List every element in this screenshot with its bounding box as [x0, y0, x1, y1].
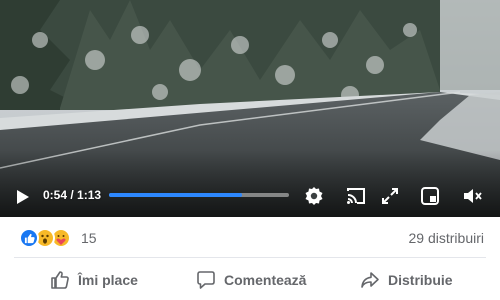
divider: [14, 257, 486, 258]
thumbs-up-icon: [51, 271, 69, 289]
play-icon: [17, 190, 29, 204]
video-progress-bar[interactable]: [109, 193, 289, 197]
time-separator: /: [67, 188, 78, 202]
settings-gear-icon: [305, 187, 323, 205]
duration: 1:13: [77, 188, 102, 202]
comment-bubble-icon: [197, 271, 215, 289]
comment-button[interactable]: Comentează: [196, 262, 306, 298]
reaction-summary[interactable]: 15: [19, 227, 97, 249]
post-action-bar: Îmi place Comentează Distribuie: [0, 262, 500, 298]
reaction-count: 15: [81, 230, 97, 246]
miniplayer-icon: [421, 187, 439, 205]
facebook-video-post: 0:54 / 1:13 15 29 distribuiri Îmi place …: [0, 0, 500, 300]
video-time-readout: 0:54 / 1:13: [43, 186, 101, 204]
video-progress-fill: [109, 193, 243, 197]
fullscreen-icon: [382, 188, 398, 204]
cast-icon: [347, 188, 365, 204]
volume-button[interactable]: [460, 184, 484, 208]
play-button[interactable]: [12, 186, 34, 208]
cast-button[interactable]: [344, 184, 368, 208]
share-count-link[interactable]: 29 distribuiri: [409, 227, 484, 249]
comment-button-label: Comentează: [224, 272, 307, 288]
volume-icon: [464, 189, 482, 203]
settings-button[interactable]: [302, 184, 326, 208]
like-button-label: Îmi place: [78, 272, 138, 288]
share-arrow-icon: [361, 272, 379, 288]
fullscreen-button[interactable]: [378, 184, 402, 208]
like-reaction-icon: [19, 228, 39, 248]
share-button-label: Distribuie: [388, 272, 453, 288]
miniplayer-button[interactable]: [418, 184, 442, 208]
video-player[interactable]: 0:54 / 1:13: [0, 0, 500, 217]
current-time: 0:54: [43, 188, 68, 202]
share-button[interactable]: Distribuie: [360, 262, 453, 298]
like-button[interactable]: Îmi place: [50, 262, 138, 298]
post-stats-row: 15 29 distribuiri: [0, 222, 500, 254]
